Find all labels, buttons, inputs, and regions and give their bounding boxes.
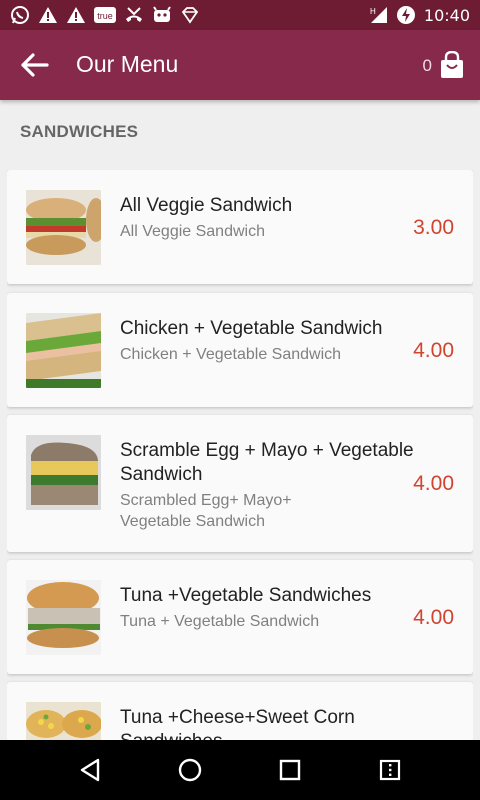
item-image (26, 580, 101, 655)
cart-count: 0 (422, 56, 432, 75)
navigation-bar (0, 740, 480, 800)
arrow-left-icon (21, 53, 49, 77)
nav-back-button[interactable] (74, 754, 106, 786)
back-button[interactable] (16, 47, 54, 83)
section-title: SANDWICHES (20, 122, 139, 141)
item-name: All Veggie Sandwich (120, 195, 293, 216)
menu-list[interactable]: All Veggie Sandwich All Veggie Sandwich … (7, 170, 473, 740)
item-name: Scramble Egg + Mayo + Vegetable Sandwich (120, 440, 414, 485)
shopping-bag-icon (441, 51, 463, 78)
item-image (26, 702, 101, 740)
svg-text:true: true (97, 11, 113, 21)
menu-item[interactable]: Scramble Egg + Mayo + Vegetable Sandwich… (7, 415, 473, 552)
item-price: 3.00 (413, 216, 454, 239)
item-description: Scrambled Egg+ Mayo+ Vegetable Sandwich (120, 492, 292, 530)
back-triangle-icon (80, 758, 100, 782)
battery-charging-icon (396, 5, 416, 25)
signal-icon: H (368, 5, 388, 25)
truecaller-icon: true (94, 5, 116, 25)
nav-recents-button[interactable] (274, 754, 306, 786)
item-price: 4.00 (413, 472, 454, 495)
home-circle-icon (178, 758, 202, 782)
menu-icon (379, 759, 401, 781)
item-name: Tuna +Vegetable Sandwiches (120, 585, 372, 606)
diamond-icon (180, 5, 200, 25)
cart-button[interactable] (438, 50, 466, 80)
item-name: Tuna +Cheese+Sweet Corn Sandwiches (120, 707, 355, 740)
menu-item[interactable]: All Veggie Sandwich All Veggie Sandwich … (7, 170, 473, 284)
item-price: 4.00 (413, 339, 454, 362)
warning-icon (66, 5, 86, 25)
svg-text:H: H (370, 7, 376, 16)
item-description: All Veggie Sandwich (120, 223, 265, 240)
item-price: 4.00 (413, 606, 454, 629)
whatsapp-icon (10, 5, 30, 25)
status-bar: true H 10:40 (0, 0, 480, 30)
android-icon (152, 5, 172, 25)
missed-call-icon (124, 5, 144, 25)
nav-home-button[interactable] (174, 754, 206, 786)
menu-item[interactable]: Chicken + Vegetable Sandwich Chicken + V… (7, 293, 473, 407)
item-image (26, 313, 101, 388)
item-description: Chicken + Vegetable Sandwich (120, 346, 342, 363)
item-image (26, 435, 101, 510)
item-name: Chicken + Vegetable Sandwich (120, 318, 383, 339)
app-bar: Our Menu 0 (0, 30, 480, 100)
item-description: Tuna + Vegetable Sandwich (120, 613, 320, 630)
nav-menu-button[interactable] (374, 754, 406, 786)
item-image (26, 190, 101, 265)
page-title: Our Menu (76, 51, 179, 77)
recents-square-icon (279, 759, 301, 781)
menu-item[interactable]: Tuna +Cheese+Sweet Corn Sandwiches (7, 682, 473, 740)
warning-icon (38, 5, 58, 25)
status-time: 10:40 (423, 5, 470, 25)
menu-item[interactable]: Tuna +Vegetable Sandwiches Tuna + Vegeta… (7, 560, 473, 674)
